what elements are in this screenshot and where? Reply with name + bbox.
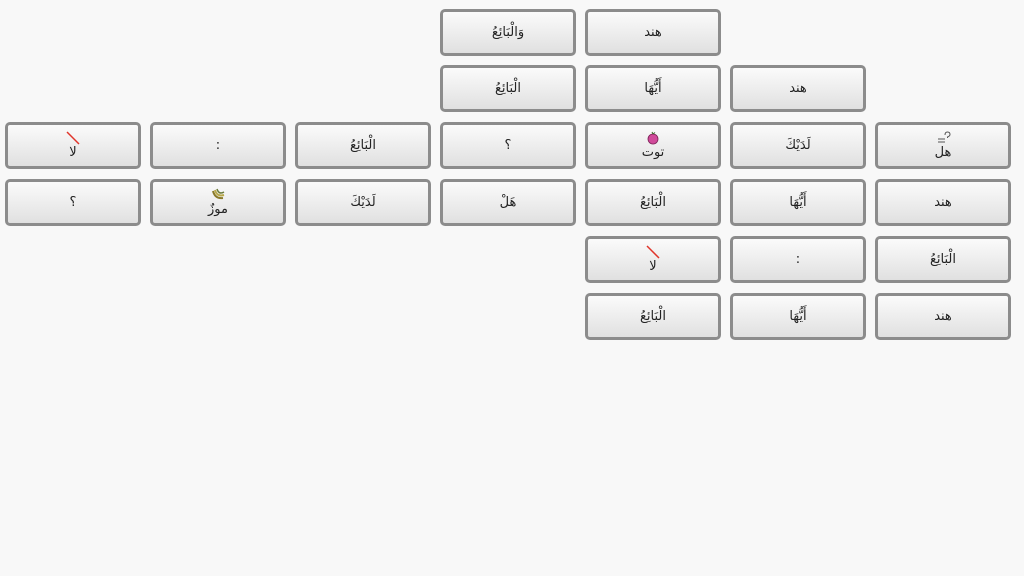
word-label: : — [215, 138, 221, 153]
word-tile-la[interactable]: لا — [5, 122, 141, 169]
word-tile-al-bai[interactable]: الْبَائِعُ — [585, 179, 721, 226]
word-label: لا — [649, 259, 657, 274]
word-label: هند — [644, 25, 662, 40]
word-tile-ayyuha[interactable]: أَيُّهَا — [585, 65, 721, 112]
word-tile-la[interactable]: لا — [585, 236, 721, 283]
word-label: الْبَائِعُ — [930, 252, 956, 267]
word-tile-hind[interactable]: هند — [875, 179, 1011, 226]
word-tile-al-bai[interactable]: الْبَائِعُ — [585, 293, 721, 340]
word-tile-colon[interactable]: : — [730, 236, 866, 283]
word-tile-hind[interactable]: هند — [585, 9, 721, 56]
word-tile-ladayka[interactable]: لَدَيْكَ — [295, 179, 431, 226]
word-label: أَيُّهَا — [789, 195, 807, 210]
word-label: الْبَائِعُ — [350, 138, 376, 153]
word-label: الْبَائِعُ — [640, 309, 666, 324]
word-tile-question-mark[interactable]: ؟ — [5, 179, 141, 226]
word-label: الْبَائِعُ — [495, 81, 521, 96]
word-tile-ladayka[interactable]: لَدَيْكَ — [730, 122, 866, 169]
word-label: لا — [69, 145, 77, 160]
word-tile-colon[interactable]: : — [150, 122, 286, 169]
banana-icon — [210, 188, 226, 202]
word-tile-ayyuha[interactable]: أَيُّهَا — [730, 179, 866, 226]
word-label: هل — [934, 145, 952, 160]
red-slash-icon — [65, 131, 81, 145]
word-label: توت — [641, 145, 665, 160]
word-label: وَالْبَائِعُ — [491, 25, 525, 40]
berry-icon — [646, 131, 660, 145]
word-tile-hal[interactable]: هَلْ — [440, 179, 576, 226]
word-label: هَلْ — [499, 195, 517, 210]
word-label: موزٌ — [208, 202, 228, 217]
word-label: : — [795, 252, 801, 267]
word-tile-question-mark[interactable]: ؟ — [440, 122, 576, 169]
word-tile-wal-bai[interactable]: وَالْبَائِعُ — [440, 9, 576, 56]
word-tile-hind[interactable]: هند — [875, 293, 1011, 340]
word-tile-ayyuha[interactable]: أَيُّهَا — [730, 293, 866, 340]
word-label: لَدَيْكَ — [350, 195, 376, 210]
word-tile-mawz[interactable]: موزٌ — [150, 179, 286, 226]
word-label: هند — [934, 309, 952, 324]
word-label: أَيُّهَا — [644, 81, 662, 96]
word-tile-tut[interactable]: توت — [585, 122, 721, 169]
word-label: أَيُّهَا — [789, 309, 807, 324]
word-tile-al-bai[interactable]: الْبَائِعُ — [295, 122, 431, 169]
word-label: ؟ — [504, 138, 512, 153]
word-tile-al-bai[interactable]: الْبَائِعُ — [875, 236, 1011, 283]
word-tile-hind[interactable]: هند — [730, 65, 866, 112]
word-label: ؟ — [69, 195, 77, 210]
word-label: هند — [934, 195, 952, 210]
word-tile-hal[interactable]: هل — [875, 122, 1011, 169]
red-slash-icon — [645, 245, 661, 259]
word-tile-al-bai[interactable]: الْبَائِعُ — [440, 65, 576, 112]
word-label: الْبَائِعُ — [640, 195, 666, 210]
word-label: هند — [789, 81, 807, 96]
question-mark-icon — [935, 131, 951, 145]
word-label: لَدَيْكَ — [785, 138, 811, 153]
